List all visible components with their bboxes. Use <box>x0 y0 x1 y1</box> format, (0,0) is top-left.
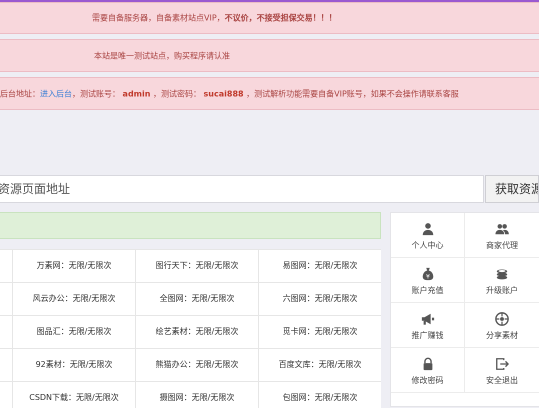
money-bag-icon: ¥ <box>422 267 433 280</box>
menu-item-label: 安全退出 <box>486 376 518 385</box>
table-row: 92素材：无限/无限次 熊猫办公：无限/无限次 百度文库：无限/无限次 <box>0 349 381 382</box>
site-quota-table: 万素网：无限/无限次 图行天下：无限/无限次 易图网：无限/无限次 风云办公：无… <box>0 249 381 408</box>
menu-item-agent[interactable]: 商家代理 <box>465 213 539 258</box>
test-password: sucai888 <box>203 89 244 98</box>
share-icon <box>495 312 509 326</box>
menu-item-change-password[interactable]: 修改密码 <box>391 348 465 393</box>
admin-link[interactable]: 进入后台 <box>40 89 72 98</box>
table-cell: 全图网：无限/无限次 <box>135 283 258 315</box>
table-cell: 万素网：无限/无限次 <box>12 250 135 282</box>
menu-item-label: 商家代理 <box>486 241 518 250</box>
test-username: admin <box>122 89 151 98</box>
menu-item-label: 分享素材 <box>486 331 518 340</box>
notice-text: 本站是唯一测试站点，购买程序请认准 <box>94 51 230 60</box>
table-cell: CSDN下载：无限/无限次 <box>12 382 135 408</box>
resource-url-placeholder: 资源页面地址 <box>0 182 71 196</box>
menu-item-label: 推广赚钱 <box>411 331 444 340</box>
menu-item-promote[interactable]: 推广赚钱 <box>391 303 465 348</box>
menu-item-label: 修改密码 <box>411 376 444 385</box>
menu-item-profile[interactable]: 个人中心 <box>391 213 465 258</box>
logout-icon <box>496 358 509 370</box>
test-user-label: ，测试账号： <box>72 89 120 98</box>
table-row: 风云办公：无限/无限次 全图网：无限/无限次 六图网：无限/无限次 <box>0 283 381 316</box>
menu-item-logout[interactable]: 安全退出 <box>465 348 539 393</box>
table-cell: 百度文库：无限/无限次 <box>258 349 381 381</box>
table-cell: 图行天下：无限/无限次 <box>135 250 258 282</box>
table-cell: 觅卡网：无限/无限次 <box>258 316 381 348</box>
table-cell: 六图网：无限/无限次 <box>258 283 381 315</box>
test-password-label: ，测试密码： <box>153 89 201 98</box>
notice-suffix: ，测试解析功能需要自备VIP账号，如果不会操作请联系客服 <box>246 89 459 98</box>
fetch-resource-button[interactable]: 获取资源 <box>485 175 539 203</box>
users-icon <box>495 224 509 235</box>
menu-item-label: 个人中心 <box>411 241 444 250</box>
notice-text: 后台地址：进入后台，测试账号： admin ，测试密码： sucai888 ，测… <box>0 88 459 99</box>
table-cell: 摄图网：无限/无限次 <box>135 382 258 408</box>
admin-label: 后台地址： <box>0 89 40 98</box>
table-cell: 风云办公：无限/无限次 <box>12 283 135 315</box>
table-cell: 包图网：无限/无限次 <box>258 382 381 408</box>
table-cell: 图品汇：无限/无限次 <box>12 316 135 348</box>
lock-icon <box>423 357 432 371</box>
notice-alert-official-site: 本站是唯一测试站点，购买程序请认准 <box>0 39 539 72</box>
notice-text: 需要自备服务器，自备素材站点VIP，不议价，不接受担保交易！！！ <box>92 13 337 24</box>
coins-icon <box>496 269 508 280</box>
table-row: 图品汇：无限/无限次 绘艺素材：无限/无限次 觅卡网：无限/无限次 <box>0 316 381 349</box>
menu-item-label: 升级账户 <box>486 286 518 295</box>
menu-item-share[interactable]: 分享素材 <box>465 303 539 348</box>
table-cell: 92素材：无限/无限次 <box>12 349 135 381</box>
user-menu-panel: 个人中心 商家代理 ¥ 账户充值 升级账户 推广赚钱 分享素材 修改密码 安全退… <box>390 212 539 407</box>
resource-url-input[interactable]: 资源页面地址 <box>0 175 484 203</box>
megaphone-icon <box>421 313 434 325</box>
menu-item-upgrade[interactable]: 升级账户 <box>465 258 539 303</box>
notice-text-strong: 不议价，不接受担保交易！！！ <box>224 13 337 23</box>
menu-item-label: 账户充值 <box>411 286 444 295</box>
table-row: 万素网：无限/无限次 图行天下：无限/无限次 易图网：无限/无限次 <box>0 250 381 283</box>
table-cell: 熊猫办公：无限/无限次 <box>135 349 258 381</box>
user-icon <box>422 223 433 236</box>
notice-alert-requirements: 需要自备服务器，自备素材站点VIP，不议价，不接受担保交易！！！ <box>0 2 539 34</box>
table-cell: 易图网：无限/无限次 <box>258 250 381 282</box>
result-success-box <box>0 212 381 239</box>
table-row: CSDN下载：无限/无限次 摄图网：无限/无限次 包图网：无限/无限次 <box>0 382 381 408</box>
svg-text:¥: ¥ <box>426 273 430 280</box>
notice-text-prefix: 需要自备服务器，自备素材站点VIP， <box>92 13 225 23</box>
table-cell: 绘艺素材：无限/无限次 <box>135 316 258 348</box>
notice-alert-test-account: 后台地址：进入后台，测试账号： admin ，测试密码： sucai888 ，测… <box>0 77 539 110</box>
menu-item-recharge[interactable]: ¥ 账户充值 <box>391 258 465 303</box>
